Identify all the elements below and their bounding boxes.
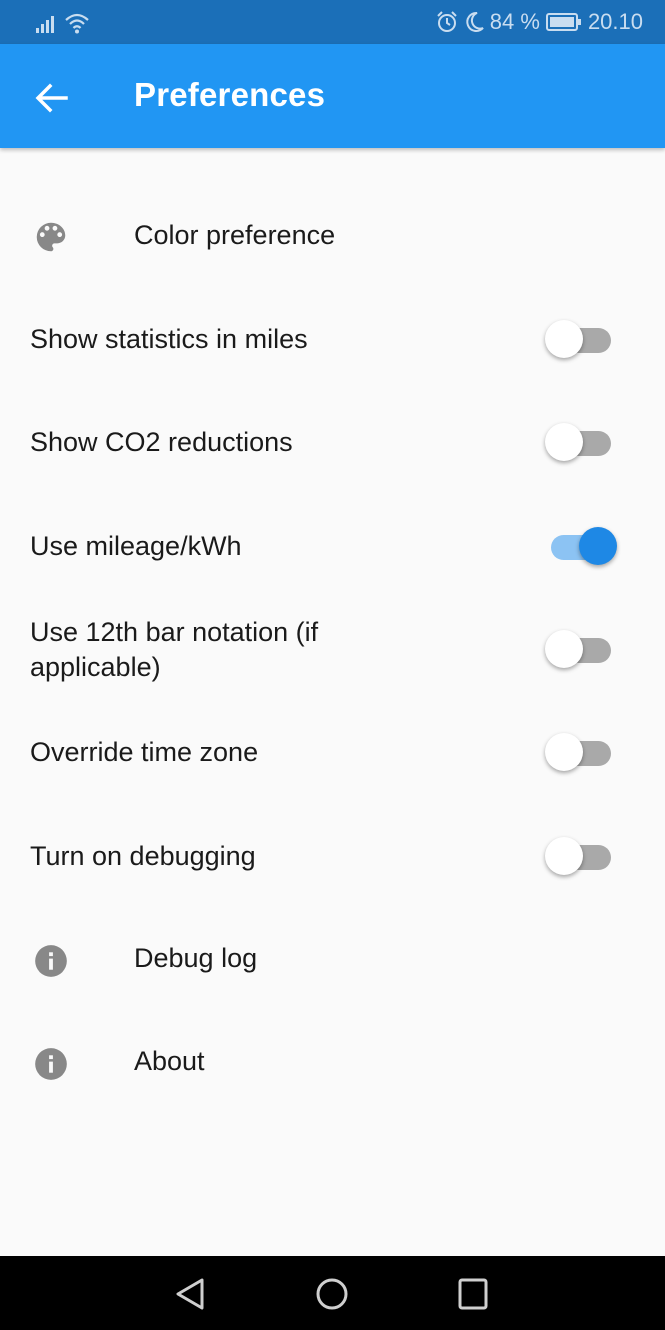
setting-about[interactable]: About [0,1013,665,1113]
signal-icon [36,16,54,33]
setting-color-preference[interactable]: Color preference [0,187,665,287]
navigation-bar [0,1256,665,1330]
setting-turn-on-debugging: Turn on debugging [0,807,665,907]
setting-label: Debug log [134,943,258,973]
page-title: Preferences [134,76,326,113]
toggle-switch[interactable] [543,421,619,465]
status-left [36,12,90,34]
info-icon [35,945,67,977]
toggle-switch[interactable] [543,525,619,569]
setting-show-co2-reductions: Show CO2 reductions [0,393,665,493]
palette-icon [36,222,66,252]
info-icon [35,1048,67,1080]
setting-label: Override time zone [30,737,259,767]
app-bar: Preferences [0,44,665,148]
battery-icon [545,13,581,31]
setting-label: Use mileage/kWh [30,531,242,561]
alarm-icon [437,11,457,32]
clock: 20.10 [587,9,643,34]
setting-override-time-zone: Override time zone [0,703,665,803]
battery-percent: 84 % [489,9,540,34]
toggle-switch[interactable] [543,628,619,672]
arrow-left-icon [35,83,68,113]
setting-use-mileage-kwh: Use mileage/kWh [0,497,665,597]
toggle-switch[interactable] [543,318,619,362]
back-button[interactable] [30,76,74,120]
setting-debug-log[interactable]: Debug log [0,910,665,1010]
back-triangle-icon[interactable] [170,1274,210,1314]
moon-icon [466,11,484,32]
recents-square-icon[interactable] [453,1274,493,1314]
setting-label: Turn on debugging [30,841,256,871]
status-bar: 84 % 20.10 [0,0,665,44]
setting-label: Use 12th bar notation (if applicable) [30,617,319,682]
setting-label: Show CO2 reductions [30,427,293,457]
setting-use-12th-bar-notation: Use 12th bar notation (if applicable) [0,600,665,700]
wifi-icon [65,13,89,34]
toggle-switch[interactable] [543,835,619,879]
home-circle-icon[interactable] [312,1274,352,1314]
setting-show-statistics-in-miles: Show statistics in miles [0,290,665,390]
setting-label: Show statistics in miles [30,324,308,354]
status-right: 84 % 20.10 [436,9,643,35]
toggle-switch[interactable] [543,731,619,775]
setting-label: Color preference [134,220,336,250]
setting-label: About [134,1046,205,1076]
